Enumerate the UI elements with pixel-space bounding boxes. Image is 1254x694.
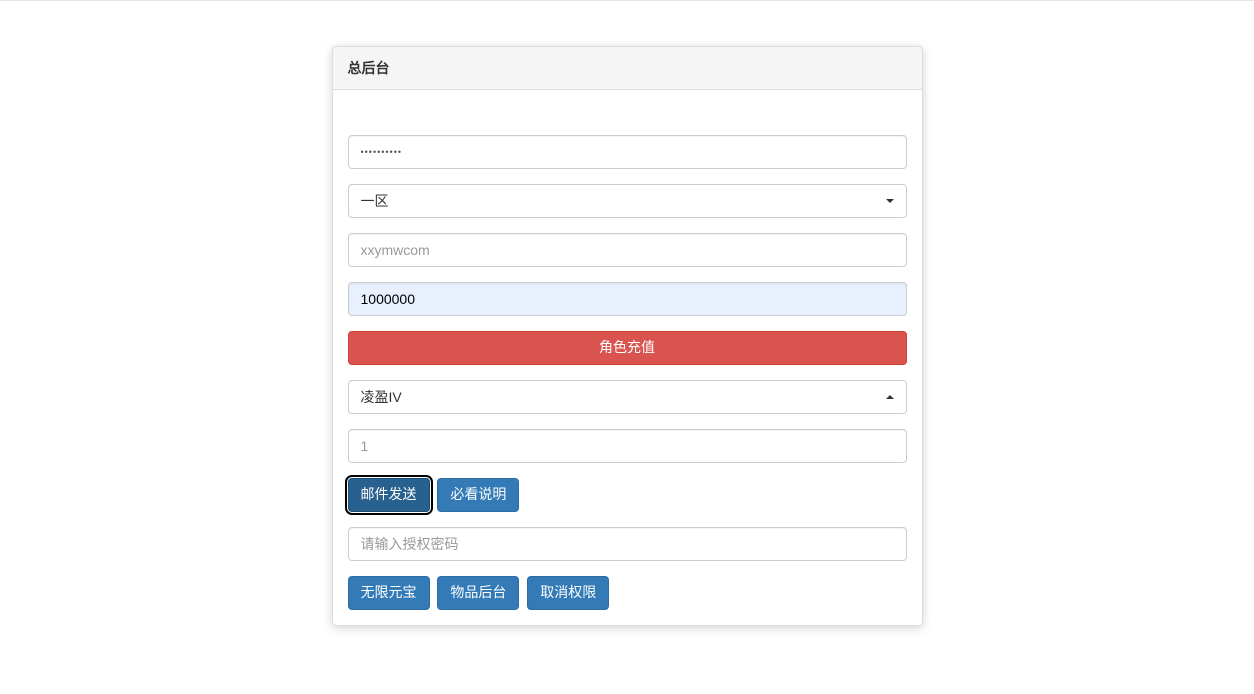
- mail-button-row: 邮件发送 必看说明: [348, 478, 907, 512]
- quantity-group: [348, 429, 907, 463]
- cancel-permission-button[interactable]: 取消权限: [527, 576, 609, 610]
- caret-down-icon: [886, 199, 894, 203]
- account-group: [348, 233, 907, 267]
- caret-up-icon: [886, 395, 894, 399]
- region-select-value: 一区: [361, 191, 389, 211]
- amount-group: [348, 282, 907, 316]
- mail-send-button[interactable]: 邮件发送: [348, 478, 430, 512]
- amount-input[interactable]: [348, 282, 907, 316]
- recharge-button[interactable]: 角色充值: [348, 331, 907, 365]
- admin-panel: 总后台 一区 角色充值 凌盈IV: [332, 46, 923, 626]
- region-select[interactable]: 一区: [348, 184, 907, 218]
- character-select-group: 凌盈IV: [348, 380, 907, 414]
- must-read-button[interactable]: 必看说明: [437, 478, 519, 512]
- item-backend-button[interactable]: 物品后台: [437, 576, 519, 610]
- panel-header: 总后台: [333, 47, 922, 90]
- recharge-group: 角色充值: [348, 331, 907, 365]
- page-top-border: [0, 0, 1254, 1]
- password-group: [348, 135, 907, 169]
- panel-body: 一区 角色充值 凌盈IV 邮件发送 必看说明: [333, 90, 922, 625]
- password-input[interactable]: [348, 135, 907, 169]
- quantity-input[interactable]: [348, 429, 907, 463]
- account-input[interactable]: [348, 233, 907, 267]
- auth-password-group: [348, 527, 907, 561]
- panel-title: 总后台: [348, 58, 907, 78]
- character-select[interactable]: 凌盈IV: [348, 380, 907, 414]
- bottom-button-row: 无限元宝 物品后台 取消权限: [348, 576, 907, 610]
- region-select-group: 一区: [348, 184, 907, 218]
- auth-password-input[interactable]: [348, 527, 907, 561]
- character-select-value: 凌盈IV: [361, 387, 402, 407]
- unlimited-yuanbao-button[interactable]: 无限元宝: [348, 576, 430, 610]
